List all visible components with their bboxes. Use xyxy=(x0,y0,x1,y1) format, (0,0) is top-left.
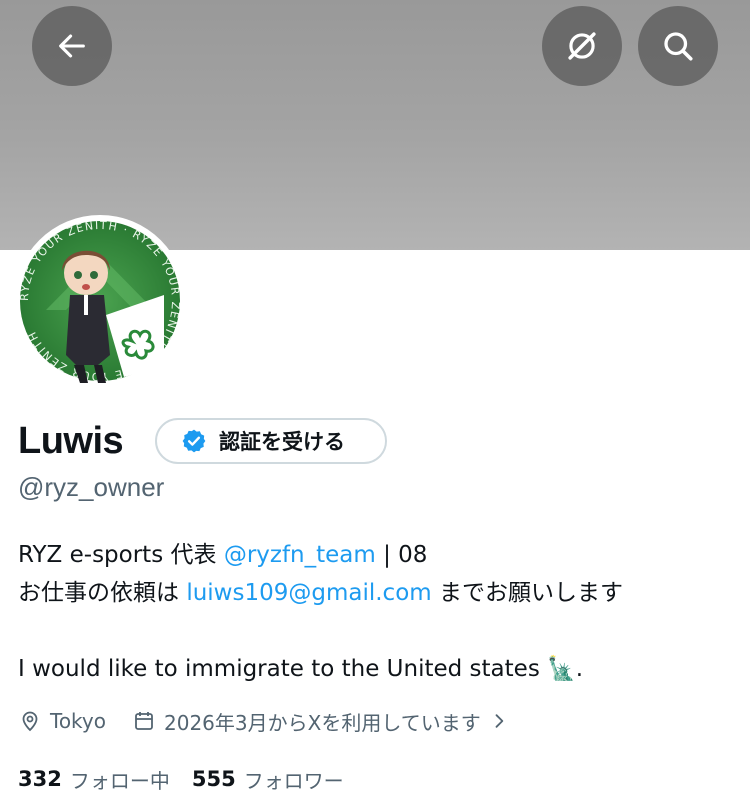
followers-label: フォロワー xyxy=(243,768,344,793)
get-verified-label: 認証を受ける xyxy=(219,430,345,454)
profile-page: RYZE YOUR ZENITH · RYZE YOUR ZENITH · RY… xyxy=(0,0,750,812)
follow-stats: 332 フォロー中 555 フォロワー xyxy=(18,762,344,796)
calendar-icon xyxy=(135,712,153,730)
email-link[interactable]: luiws109@gmail.com xyxy=(186,580,431,606)
bio-line-1: RYZ e-sports 代表 @ryzfn_team | 08 xyxy=(18,537,738,573)
search-icon xyxy=(664,32,693,61)
bio-line-3: I would like to immigrate to the United … xyxy=(18,651,738,687)
chevron-right-icon xyxy=(495,714,503,728)
verified-badge-icon xyxy=(182,429,206,453)
bio-text: RYZ e-sports 代表 xyxy=(18,542,224,568)
location-pin-icon xyxy=(22,711,38,732)
back-button[interactable] xyxy=(32,6,112,86)
translate-off-icon xyxy=(568,32,596,60)
following-count: 332 xyxy=(18,767,62,791)
followers-count: 555 xyxy=(191,767,236,791)
join-date[interactable]: 2026年3月からXを利用しています xyxy=(132,707,509,736)
bio-text: | 08 xyxy=(375,542,428,568)
statue-of-liberty-emoji: 🗽 xyxy=(547,656,576,682)
avatar-image: RYZE YOUR ZENITH · RYZE YOUR ZENITH · RY… xyxy=(18,219,181,383)
profile-banner[interactable] xyxy=(0,0,750,250)
followers-link[interactable]: 555 フォロワー xyxy=(192,765,344,794)
profile-meta: Tokyo 2026年3月からXを利用しています xyxy=(18,704,509,738)
profile-handle: @ryz_owner xyxy=(18,472,165,502)
mention-link[interactable]: @ryzfn_team xyxy=(224,542,376,568)
bio-text: I would like to immigrate to the United … xyxy=(18,656,548,682)
location-text: Tokyo xyxy=(50,709,106,733)
arrow-left-icon xyxy=(59,34,85,58)
avatar[interactable]: RYZE YOUR ZENITH · RYZE YOUR ZENITH · RY… xyxy=(14,215,186,387)
profile-name: Luwis xyxy=(18,420,124,462)
bio-text: までお願いします xyxy=(431,580,623,606)
bio-line-2: お仕事の依頼は luiws109@gmail.com までお願いします xyxy=(18,575,738,611)
location: Tokyo xyxy=(18,709,106,733)
join-date-text: 2026年3月からXを利用しています xyxy=(164,710,481,735)
following-label: フォロー中 xyxy=(69,768,170,793)
bio-text: . xyxy=(575,656,584,682)
get-verified-button[interactable]: 認証を受ける xyxy=(155,418,387,464)
search-button[interactable] xyxy=(638,6,718,86)
translate-button[interactable] xyxy=(542,6,622,86)
following-link[interactable]: 332 フォロー中 xyxy=(18,765,170,794)
bio-text: お仕事の依頼は xyxy=(18,580,187,606)
